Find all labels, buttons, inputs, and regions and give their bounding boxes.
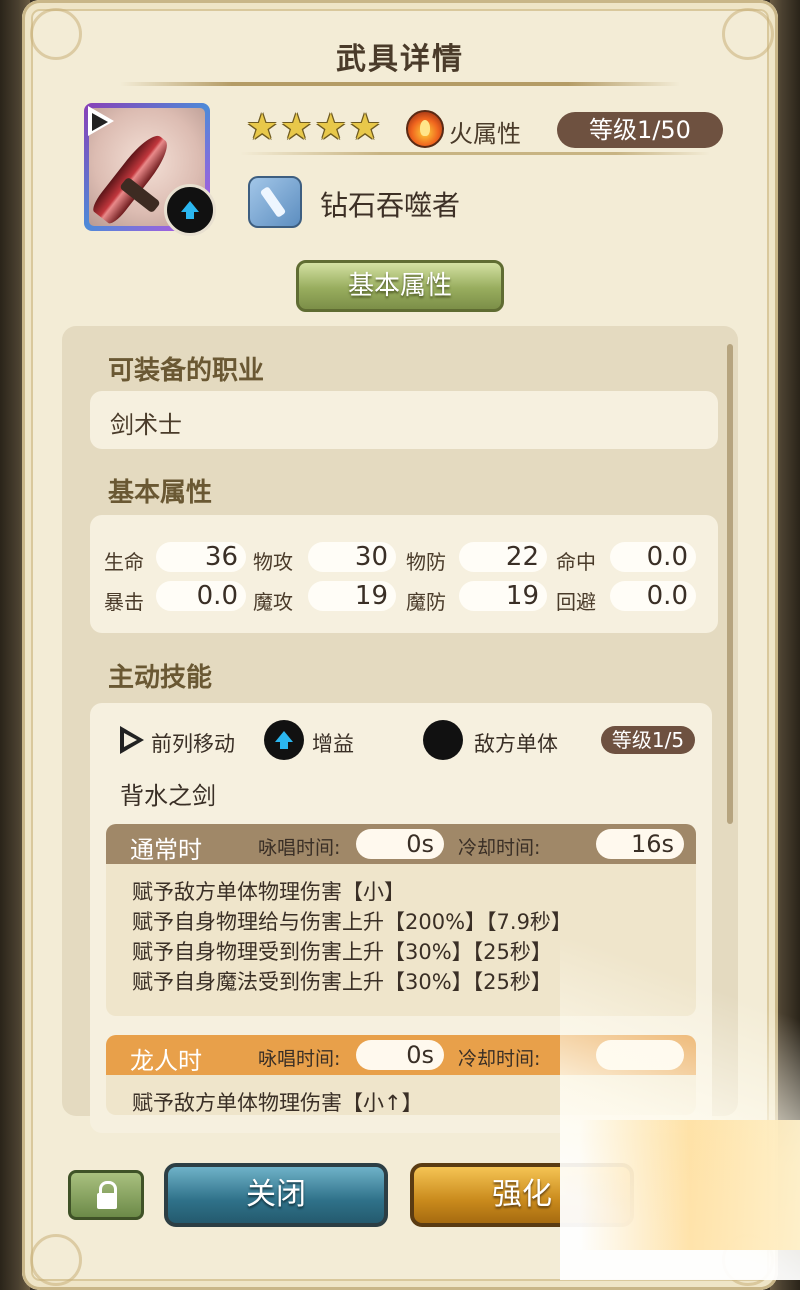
- stat-label-acc: 命中: [556, 550, 596, 574]
- stat-value-mdef: 19: [459, 581, 547, 611]
- skill-section-title: 主动技能: [108, 663, 213, 693]
- stat-value-crit: 0.0: [156, 581, 246, 611]
- stat-label-patk: 物攻: [253, 550, 293, 574]
- stat-label-crit: 暴击: [104, 590, 144, 614]
- stat-value-acc: 0.0: [610, 542, 696, 572]
- skill-tag-buff: 增益: [312, 732, 354, 756]
- stat-value-matk: 19: [308, 581, 396, 611]
- normal-effect-2: 赋予自身物理给与伤害上升【200%】【7.9秒】: [132, 910, 572, 934]
- jobs-box: [90, 391, 718, 449]
- job-value: 剑术士: [110, 411, 182, 439]
- skill-name: 背水之剑: [120, 782, 216, 810]
- normal-effect-3: 赋予自身物理受到伤害上升【30%】【25秒】: [132, 940, 552, 964]
- skill-tag-front-move: 前列移动: [151, 732, 235, 756]
- stat-value-pdef: 22: [459, 542, 547, 572]
- normal-cast-label: 咏唱时间:: [258, 837, 341, 859]
- normal-effect-4: 赋予自身魔法受到伤害上升【30%】【25秒】: [132, 970, 552, 994]
- buff-up-arrow-icon: [264, 720, 304, 760]
- jobs-section-title: 可装备的职业: [108, 356, 265, 386]
- name-divider: [240, 152, 710, 155]
- dragon-cast-label: 咏唱时间:: [258, 1048, 341, 1070]
- normal-cooldown-value: 16s: [596, 829, 684, 859]
- dialog-title: 武具详情: [336, 42, 464, 77]
- weapon-level-badge: 等级1/50: [557, 112, 723, 148]
- stat-value-hp: 36: [156, 542, 246, 572]
- stat-label-hp: 生命: [104, 550, 144, 574]
- element-label: 火属性: [449, 120, 521, 148]
- stat-label-matk: 魔攻: [253, 590, 293, 614]
- ornament-bottom-left: [30, 1234, 82, 1286]
- enemy-single-icon: [423, 720, 463, 760]
- scrollbar[interactable]: [727, 344, 733, 824]
- stat-label-mdef: 魔防: [406, 590, 446, 614]
- tab-basic-attributes[interactable]: 基本属性: [296, 260, 504, 312]
- star-icon: ★: [246, 107, 279, 148]
- star-icon: ★: [314, 107, 347, 148]
- close-button[interactable]: 关闭: [164, 1163, 388, 1227]
- buff-up-arrow-icon: [164, 184, 216, 236]
- rarity-stars: ★ ★ ★ ★: [246, 110, 381, 146]
- dragon-cast-value: 0s: [356, 1040, 444, 1070]
- stats-box: [90, 515, 718, 633]
- stats-section-title: 基本属性: [108, 478, 213, 508]
- normal-cast-value: 0s: [356, 829, 444, 859]
- normal-cooldown-label: 冷却时间:: [458, 837, 541, 859]
- dragon-mode-title: 龙人时: [130, 1047, 202, 1075]
- sword-icon: [248, 176, 302, 228]
- star-icon: ★: [348, 107, 382, 148]
- weapon-name: 钻石吞噬者: [320, 189, 461, 222]
- star-icon: ★: [280, 107, 313, 148]
- title-divider: [120, 82, 680, 86]
- skill-level-badge: 等级1/5: [601, 726, 695, 754]
- lock-button[interactable]: [68, 1170, 144, 1220]
- stat-value-evade: 0.0: [610, 581, 696, 611]
- stat-label-evade: 回避: [556, 590, 596, 614]
- fire-icon: [406, 110, 444, 148]
- light-glare-overlay: [580, 1120, 800, 1250]
- skill-tag-target: 敌方单体: [474, 732, 558, 756]
- dragon-effect-1: 赋予敌方单体物理伤害【小↑】: [132, 1091, 423, 1115]
- blade-shape: [89, 129, 175, 226]
- normal-mode-title: 通常时: [130, 836, 202, 864]
- stat-value-patk: 30: [308, 542, 396, 572]
- stat-label-pdef: 物防: [406, 550, 446, 574]
- dragon-cooldown-label: 冷却时间:: [458, 1048, 541, 1070]
- normal-effect-1: 赋予敌方单体物理伤害【小】: [132, 880, 405, 904]
